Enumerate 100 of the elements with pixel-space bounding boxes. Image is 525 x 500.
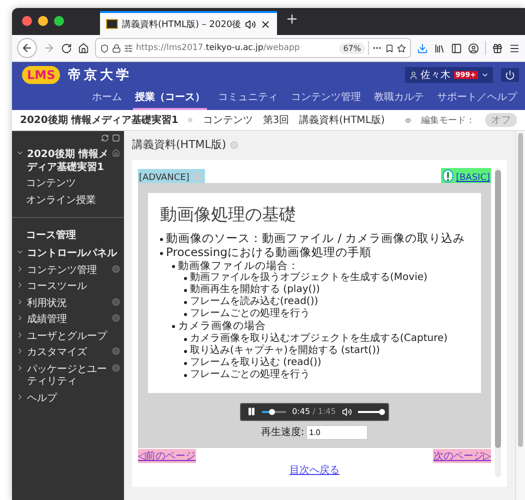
basic-link[interactable]: [BASIC] <box>456 173 490 183</box>
sidebar-item[interactable]: 利用状況 <box>27 298 109 310</box>
nav-tab[interactable]: コミュニティ <box>216 86 280 110</box>
breadcrumb-item[interactable]: コンテンツ <box>202 113 253 127</box>
exclamation-icon <box>442 169 454 183</box>
collapse-icon[interactable] <box>16 264 24 272</box>
browser-tab[interactable]: 講義資料(HTML版) – 2020後 <box>100 11 278 35</box>
breadcrumb-item[interactable]: 講義資料(HTML版) <box>299 113 385 127</box>
speed-label: 再生速度: <box>260 426 304 440</box>
collapse-icon[interactable] <box>16 330 24 338</box>
bullet-text: カメラ画像を取り込むオブジェクトを生成する(Capture) <box>190 332 448 344</box>
advance-link[interactable]: [ADVANCE] <box>138 169 206 183</box>
section-title: コース管理 <box>25 228 77 243</box>
sidebar-item[interactable]: パッケージとユーティリティ <box>27 364 109 388</box>
bullet-icon <box>184 374 187 377</box>
lock-icon[interactable] <box>112 44 121 52</box>
breadcrumb-item[interactable]: 第3回 <box>262 113 290 127</box>
sidebar-item[interactable]: カスタマイズ <box>27 347 109 360</box>
bullet-text: フレームを読み込む(read()) <box>190 296 318 308</box>
nav-tab[interactable]: コンテンツ管理 <box>289 86 363 110</box>
volume-icon[interactable] <box>342 406 352 417</box>
pause-icon[interactable] <box>247 407 256 416</box>
course-title[interactable]: 2020後期 情報メディア基礎実習1 <box>27 149 109 174</box>
bullet-icon <box>160 238 163 241</box>
options-icon[interactable] <box>112 264 120 272</box>
gift-icon[interactable] <box>492 42 503 54</box>
maximize-icon[interactable] <box>54 16 64 26</box>
library-icon[interactable] <box>434 42 445 54</box>
sidebar-item[interactable]: コンテンツ <box>26 178 120 190</box>
bullet-text: Processingにおける動画像処理の手順 <box>166 246 372 260</box>
reload-icon[interactable] <box>61 42 72 54</box>
previous-page-link[interactable]: ◁前のページ <box>138 448 196 463</box>
toc-link[interactable]: 目次へ戻る <box>290 462 340 477</box>
slide-title: 動画像処理の基礎 <box>160 204 297 226</box>
bullet-text: 動画再生を開始する (play()) <box>190 284 320 296</box>
bullet-text: フレームごとの処理を行う <box>190 308 310 320</box>
url-field[interactable]: https://lms2017.teikyo-u.ac.jp/webapp 67% <box>95 38 411 58</box>
collapse-icon[interactable] <box>16 347 24 355</box>
collapse-icon[interactable] <box>16 314 24 322</box>
bullet-icon <box>172 264 175 268</box>
new-tab-icon[interactable] <box>285 12 300 26</box>
nav-tab[interactable]: 教職カルテ <box>372 86 426 110</box>
collapse-icon[interactable] <box>16 364 24 372</box>
control-panel-title[interactable]: コントロールパネル <box>27 248 120 260</box>
page-scrollbar[interactable] <box>515 131 525 500</box>
expand-icon[interactable] <box>16 149 24 157</box>
download-icon[interactable] <box>417 42 428 54</box>
bullet-text: カメラ画像の場合 <box>178 320 266 333</box>
permissions-icon[interactable] <box>124 44 133 52</box>
options-icon[interactable] <box>112 364 120 372</box>
back-button[interactable] <box>17 38 37 58</box>
menu-icon[interactable] <box>509 42 520 54</box>
bullet-text: 動画像のソース：動画ファイル / カメラ画像の取り込み <box>166 232 466 246</box>
square-icon[interactable] <box>112 134 120 142</box>
sidebar-item[interactable]: 成績管理 <box>27 314 109 326</box>
refresh-icon[interactable] <box>101 134 109 142</box>
collapse-icon[interactable] <box>16 392 24 400</box>
sidebar-item[interactable]: コンテンツ管理 <box>27 264 109 277</box>
nav-tab[interactable]: サポート／ヘルプ <box>435 86 519 110</box>
slider-thumb[interactable] <box>378 408 385 415</box>
shield-icon[interactable] <box>100 44 109 52</box>
sidebar-item[interactable]: オンライン授業 <box>26 194 120 207</box>
playback-time: 0:45 / 1:45 <box>292 407 336 416</box>
logout-button[interactable] <box>501 68 519 82</box>
edit-mode-label: 編集モード： <box>421 114 475 126</box>
caret-icon <box>481 71 489 79</box>
bullet-text: 動画像ファイルの場合： <box>178 260 299 272</box>
close-window-icon[interactable] <box>22 16 32 26</box>
sidebar-item[interactable]: ヘルプ <box>27 392 120 405</box>
star-icon[interactable] <box>397 44 406 52</box>
options-icon[interactable] <box>112 298 120 306</box>
user-icon <box>408 70 418 80</box>
collapse-icon[interactable] <box>16 281 24 289</box>
bullet-icon <box>184 350 187 353</box>
nav-tab[interactable]: ホーム <box>90 86 124 110</box>
home-icon[interactable] <box>78 42 89 54</box>
bullet-icon <box>184 301 187 304</box>
course-crumb[interactable]: 2020後期 情報メディア基礎実習1 <box>20 113 178 127</box>
speaker-icon[interactable] <box>245 18 256 30</box>
options-icon[interactable] <box>112 347 120 355</box>
scrollbar[interactable] <box>495 168 501 477</box>
next-page-link[interactable]: 次のページ▷ <box>433 448 491 463</box>
sidebar-item[interactable]: コースツール <box>27 281 120 294</box>
back-icon[interactable] <box>21 42 33 54</box>
account-icon[interactable] <box>468 42 479 54</box>
options-icon[interactable] <box>112 314 120 322</box>
sidebar-icon[interactable] <box>451 42 462 54</box>
sidebar-item[interactable]: ユーザとグループ <box>27 330 120 343</box>
bullet-icon <box>184 277 187 280</box>
zoom-level[interactable]: 67% <box>339 42 365 54</box>
bullet-text: フレームを取り込む (read()) <box>190 356 322 369</box>
expand-icon[interactable] <box>16 248 24 256</box>
minimize-icon[interactable] <box>38 16 48 26</box>
bullet-text: 取り込み(キャプチャ)を開始する (start()) <box>190 344 380 356</box>
slider-thumb[interactable] <box>269 408 276 415</box>
bullet-text: フレームごとの処理を行う <box>190 368 310 381</box>
close-icon[interactable] <box>260 18 272 30</box>
bullet-icon <box>184 313 187 316</box>
speed-field[interactable]: 1.0 <box>306 424 368 440</box>
collapse-icon[interactable] <box>16 298 24 306</box>
